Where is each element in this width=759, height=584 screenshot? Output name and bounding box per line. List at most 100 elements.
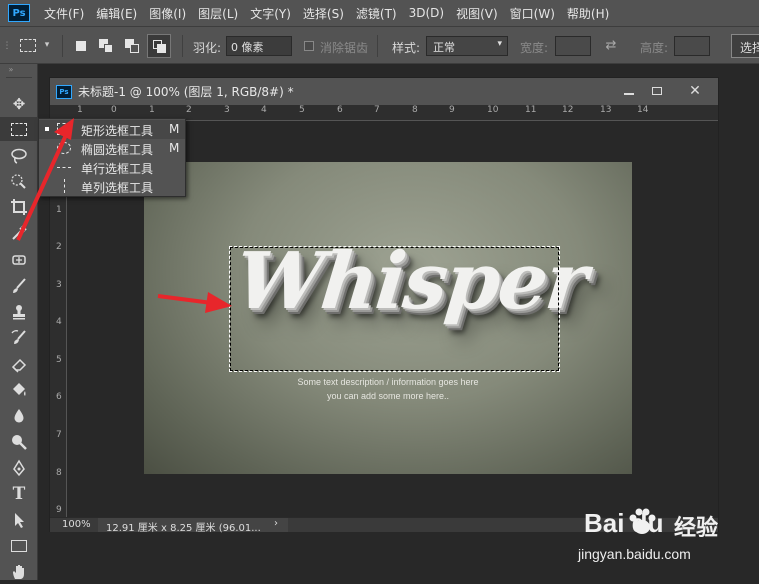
move-tool-icon[interactable]: ✥: [0, 92, 38, 116]
chevron-down-icon: ▾: [497, 39, 502, 49]
clone-stamp-tool-icon[interactable]: [0, 300, 38, 324]
artwork-description-line-2: you can add some more here..: [326, 391, 450, 401]
minimize-icon[interactable]: [616, 81, 642, 101]
photoshop-logo[interactable]: Ps: [8, 4, 30, 22]
intersect-selection-icon[interactable]: [147, 34, 171, 58]
dodge-tool-icon[interactable]: [0, 430, 38, 454]
ruler-label: 1: [149, 105, 155, 115]
crop-tool-icon[interactable]: [0, 195, 38, 219]
collapse-icon[interactable]: »: [4, 64, 18, 74]
blur-tool-icon[interactable]: [0, 404, 38, 428]
ruler-label: 9: [449, 105, 455, 115]
path-selection-tool-icon[interactable]: [0, 508, 38, 532]
menu-file[interactable]: 文件(F): [44, 5, 84, 22]
menu-image[interactable]: 图像(I): [149, 5, 186, 22]
shortcut-key: M: [169, 122, 180, 136]
single-row-marquee-icon: [57, 167, 71, 168]
document-tab[interactable]: Ps 未标题-1 @ 100% (图层 1, RGB/8#) * ✕: [50, 78, 718, 105]
width-input[interactable]: [555, 36, 591, 56]
divider: [6, 77, 32, 78]
rect-marquee-icon: [57, 123, 71, 135]
ruler-label: 13: [600, 105, 612, 115]
menu-3d[interactable]: 3D(D): [409, 6, 444, 20]
shortcut-key: M: [169, 141, 180, 155]
eyedropper-tool-icon[interactable]: [0, 221, 38, 245]
ruler-label: 5: [299, 105, 305, 115]
ruler-label: 3: [56, 280, 62, 290]
active-indicator: [45, 127, 49, 131]
add-selection-icon[interactable]: [99, 39, 113, 53]
baidu-watermark: Bai du 经验 jingyan.baidu.com: [574, 502, 754, 574]
divider: [377, 35, 378, 57]
select-and-mask-button[interactable]: 选择: [731, 34, 759, 58]
ruler-label: 2: [186, 105, 192, 115]
subtract-selection-icon[interactable]: [125, 39, 139, 53]
ruler-label: 2: [56, 242, 62, 252]
flyout-item-label: 单行选框工具: [81, 162, 154, 176]
ruler-label: 7: [56, 430, 62, 440]
rect-marquee-preset-icon[interactable]: [20, 39, 36, 52]
ruler-label: 8: [56, 468, 62, 478]
ellipse-marquee-icon: [57, 142, 71, 154]
menu-view[interactable]: 视图(V): [456, 5, 498, 22]
menu-help[interactable]: 帮助(H): [567, 5, 609, 22]
hand-tool-icon[interactable]: [0, 560, 38, 584]
divider: [62, 35, 63, 57]
flyout-item-label: 矩形选框工具: [81, 124, 154, 138]
ruler-label: 8: [412, 105, 418, 115]
grip-icon[interactable]: ⋮: [2, 38, 12, 54]
menu-window[interactable]: 窗口(W): [510, 5, 555, 22]
rect-marquee-tool-icon[interactable]: [0, 117, 38, 141]
style-select[interactable]: 正常 ▾: [426, 36, 508, 56]
eraser-tool-icon[interactable]: [0, 352, 38, 376]
ruler-label: 7: [374, 105, 380, 115]
swap-icon[interactable]: ⇄: [603, 37, 619, 53]
flyout-item-label: 单列选框工具: [81, 181, 154, 195]
history-brush-tool-icon[interactable]: [0, 326, 38, 350]
marquee-selection[interactable]: [229, 246, 560, 372]
menu-edit[interactable]: 编辑(E): [96, 5, 137, 22]
maximize-icon[interactable]: [644, 81, 670, 101]
paw-icon: [629, 508, 656, 534]
document-title: 未标题-1 @ 100% (图层 1, RGB/8#) *: [78, 85, 294, 99]
pen-tool-icon[interactable]: [0, 456, 38, 480]
document-size-text: 12.91 厘米 x 8.25 厘米 (96.01...: [106, 523, 261, 534]
divider: [182, 35, 183, 57]
antialias-checkbox[interactable]: [304, 41, 314, 51]
menu-layer[interactable]: 图层(L): [198, 5, 238, 22]
ruler-label: 4: [56, 317, 62, 327]
width-label: 宽度:: [520, 41, 549, 55]
lasso-tool-icon[interactable]: [0, 144, 38, 168]
feather-input[interactable]: 0 像素: [226, 36, 292, 56]
type-tool-icon[interactable]: T: [0, 482, 38, 506]
flyout-item-rect-marquee[interactable]: 矩形选框工具 M: [39, 120, 185, 139]
new-selection-icon[interactable]: [76, 41, 86, 51]
flyout-item-ellipse-marquee[interactable]: 椭圆选框工具 M: [39, 139, 185, 158]
brush-tool-icon[interactable]: [0, 274, 38, 298]
close-icon[interactable]: ✕: [682, 81, 708, 101]
style-select-value: 正常: [433, 41, 455, 54]
document-size-info[interactable]: 12.91 厘米 x 8.25 厘米 (96.01... ›: [98, 518, 288, 534]
menu-select[interactable]: 选择(S): [303, 5, 344, 22]
menu-type[interactable]: 文字(Y): [250, 5, 291, 22]
ruler-label: 1: [56, 205, 62, 215]
tools-panel: » ✥ T: [0, 64, 38, 580]
ps-file-icon: Ps: [56, 84, 72, 99]
quick-selection-tool-icon[interactable]: [0, 170, 38, 194]
ruler-label: 14: [637, 105, 649, 115]
menu-filter[interactable]: 滤镜(T): [356, 5, 397, 22]
antialias-label: 消除锯齿: [320, 41, 369, 55]
paint-bucket-tool-icon[interactable]: [0, 378, 38, 402]
ruler-label: 11: [525, 105, 537, 115]
style-label: 样式:: [392, 41, 421, 55]
healing-brush-tool-icon[interactable]: [0, 248, 38, 272]
height-label: 高度:: [640, 41, 669, 55]
ruler-label: 5: [56, 355, 62, 365]
chevron-down-icon[interactable]: ▾: [42, 37, 52, 53]
height-input[interactable]: [674, 36, 710, 56]
chevron-right-icon: ›: [274, 518, 278, 529]
flyout-item-single-row-marquee[interactable]: 单行选框工具: [39, 158, 185, 177]
zoom-level[interactable]: 100%: [62, 519, 91, 530]
rectangle-tool-icon[interactable]: [0, 534, 38, 558]
flyout-item-single-column-marquee[interactable]: 单列选框工具: [39, 177, 185, 196]
